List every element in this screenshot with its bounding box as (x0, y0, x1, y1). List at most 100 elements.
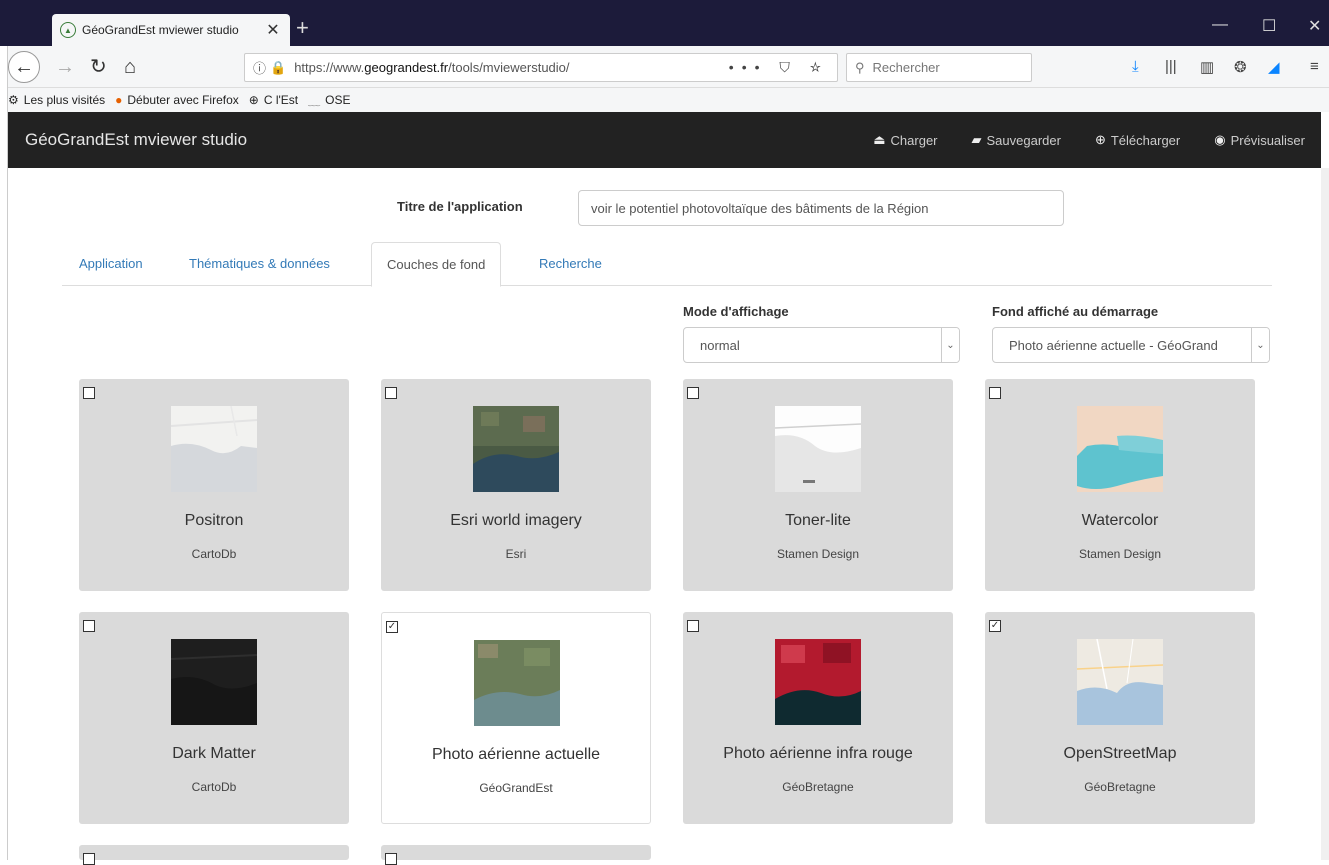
leaf-icon: ﹏ (308, 93, 321, 108)
minimize-icon[interactable]: — (1212, 16, 1228, 34)
browser-tab[interactable]: ▲ GéoGrandEst mviewer studio ✕ (52, 14, 290, 46)
close-tab-icon[interactable]: ✕ (264, 20, 282, 40)
layer-checkbox[interactable] (83, 620, 95, 632)
layer-checkbox[interactable] (687, 620, 699, 632)
app-brand[interactable]: GéoGrandEst mviewer studio (25, 130, 247, 150)
layer-name: Toner-lite (785, 512, 851, 529)
preview-button[interactable]: ◉ Prévisualiser (1214, 132, 1305, 148)
address-bar[interactable]: ⓘ 🔒 https://www.geograndest.fr/tools/mvi… (244, 53, 838, 82)
app-title-input[interactable]: voir le potentiel photovoltaïque des bât… (578, 190, 1064, 226)
bookmark-firefox[interactable]: ● Débuter avec Firefox (115, 93, 239, 107)
window-edge (0, 46, 8, 860)
bookmark-most-visited[interactable]: ⚙ Les plus visités (8, 93, 105, 107)
browser-toolbar: ← → ↻ ⌂ ⓘ 🔒 https://www.geograndest.fr/t… (0, 46, 1329, 88)
app-navbar: GéoGrandEst mviewer studio ⏏ Charger ▰ Sau… (8, 112, 1321, 168)
infrared-thumbnail (775, 639, 861, 725)
bookmark-label: OSE (325, 93, 351, 107)
reload-icon[interactable]: ↻ (90, 56, 107, 78)
download-button[interactable]: ⊕ Télécharger (1095, 132, 1180, 148)
bookmark-label: C l'Est (263, 93, 299, 107)
maximize-icon[interactable]: ☐ (1262, 16, 1276, 36)
layer-name: Photo aérienne infra rouge (723, 745, 913, 762)
layer-name: Watercolor (1081, 512, 1159, 529)
layer-checkbox[interactable] (83, 387, 95, 399)
tab-title: GéoGrandEst mviewer studio (82, 23, 239, 37)
menu-label: Sauvegarder (986, 132, 1061, 148)
bookmark-ose[interactable]: ﹏ OSE (308, 92, 350, 109)
more-actions-icon[interactable]: ••• (729, 59, 768, 75)
lock-icon: 🔒 (270, 59, 287, 75)
tab-bar: Application Thématiques & données Couche… (62, 242, 1272, 287)
info-icon[interactable]: ⓘ (253, 58, 266, 77)
page-scrollbar[interactable] (1321, 168, 1329, 860)
load-button[interactable]: ⏏ Charger (873, 132, 937, 148)
layer-card-photo-aerienne[interactable]: ✓ Photo aérienne actuelle GéoGrandEst (381, 612, 651, 824)
layer-checkbox-checked[interactable]: ✓ (989, 620, 1001, 632)
startup-layer-label: Fond affiché au démarrage (992, 304, 1159, 319)
display-mode-value: normal (700, 337, 740, 353)
tab-application[interactable]: Application (64, 242, 158, 286)
chevron-down-icon[interactable]: ⌄ (941, 328, 959, 362)
chevron-down-icon[interactable]: ⌄ (1251, 328, 1269, 362)
sidebar-icon[interactable]: ▥ (1200, 58, 1214, 76)
search-icon: ⚲ (855, 59, 865, 75)
layer-card-toner-lite[interactable]: Toner-lite Stamen Design (683, 379, 953, 591)
new-tab-button[interactable]: + (296, 16, 309, 40)
menu-label: Prévisualiser (1230, 132, 1305, 148)
layer-checkbox[interactable] (989, 387, 1001, 399)
aerial-thumbnail (474, 640, 560, 726)
esri-thumbnail (473, 406, 559, 492)
globe-icon: ◉ (1214, 132, 1226, 147)
layer-source: Stamen Design (776, 547, 860, 561)
layer-name: Esri world imagery (450, 512, 582, 529)
layer-card-partial[interactable] (79, 845, 349, 865)
menu-label: Télécharger (1110, 132, 1181, 148)
menu-label: Charger (890, 132, 938, 148)
save-button[interactable]: ▰ Sauvegarder (972, 132, 1061, 148)
bookmark-label: Les plus visités (23, 93, 106, 107)
layer-card-infra-rouge[interactable]: Photo aérienne infra rouge GéoBretagne (683, 612, 953, 824)
dark-matter-thumbnail (171, 639, 257, 725)
layer-card-positron[interactable]: Positron CartoDb (79, 379, 349, 591)
app-menu: ⏏ Charger ▰ Sauvegarder ⊕ Télécharger ◉ Prév… (873, 132, 1321, 148)
site-favicon-icon: ▲ (60, 22, 76, 38)
layer-card-dark-matter[interactable]: Dark Matter CartoDb (79, 612, 349, 824)
watercolor-thumbnail (1077, 406, 1163, 492)
save-icon: ▰ (971, 132, 982, 147)
addon-icon[interactable]: ◢ (1268, 58, 1280, 76)
layer-source: GéoGrandEst (479, 781, 553, 795)
page-actions[interactable]: ••• ⛉ ☆ (729, 59, 829, 76)
layer-source: GéoBretagne (782, 780, 854, 794)
layer-card-openstreetmap[interactable]: ✓ OpenStreetMap GéoBretagne (985, 612, 1255, 824)
menu-icon[interactable]: ≡ (1310, 58, 1319, 75)
layer-name: OpenStreetMap (1063, 745, 1177, 762)
home-icon[interactable]: ⌂ (124, 56, 136, 78)
layer-checkbox[interactable] (83, 853, 95, 865)
tab-couches-de-fond[interactable]: Couches de fond (371, 242, 502, 287)
library-icon[interactable]: ||| (1165, 58, 1177, 75)
layer-checkbox[interactable] (385, 853, 397, 865)
layer-card-partial[interactable] (381, 845, 651, 865)
toner-thumbnail (775, 406, 861, 492)
bookmark-clest[interactable]: ⊕ C l'Est (249, 93, 298, 107)
layer-name: Positron (184, 512, 244, 529)
layer-checkbox[interactable] (687, 387, 699, 399)
layer-checkbox-checked[interactable]: ✓ (386, 621, 398, 633)
layer-checkbox[interactable] (385, 387, 397, 399)
layer-source: GéoBretagne (1084, 780, 1156, 794)
forward-icon[interactable]: → (55, 56, 75, 78)
layer-card-watercolor[interactable]: Watercolor Stamen Design (985, 379, 1255, 591)
startup-layer-select[interactable]: Photo aérienne actuelle - GéoGrand ⌄ (992, 327, 1270, 363)
search-input[interactable]: ⚲ Rechercher (846, 53, 1032, 82)
back-button[interactable]: ← (8, 51, 40, 83)
layer-source: Esri (505, 547, 527, 561)
upload-icon: ⏏ (873, 132, 886, 147)
display-mode-select[interactable]: normal ⌄ (683, 327, 960, 363)
tab-thematiques[interactable]: Thématiques & données (174, 242, 345, 286)
close-window-icon[interactable]: ✕ (1308, 16, 1321, 36)
layer-card-esri[interactable]: Esri world imagery Esri (381, 379, 651, 591)
downloads-icon[interactable]: ⤓ (1132, 58, 1139, 75)
tab-recherche[interactable]: Recherche (524, 242, 617, 286)
extension-icon[interactable]: ❂ (1234, 58, 1247, 76)
layer-name: Photo aérienne actuelle (431, 746, 601, 763)
